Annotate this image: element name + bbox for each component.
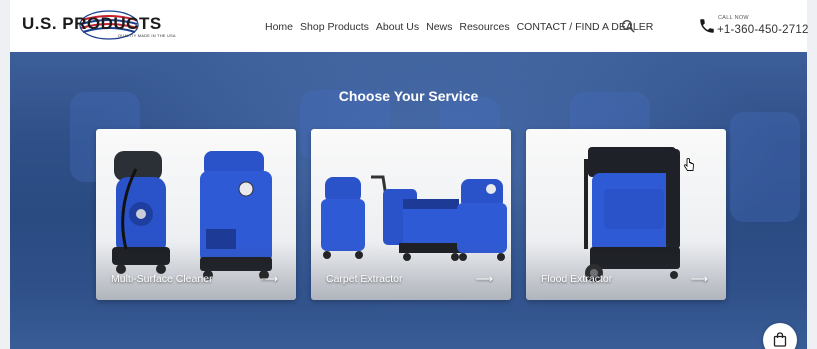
- card-label: Flood Extractor: [541, 273, 613, 285]
- background-machine: [730, 112, 800, 222]
- nav-news[interactable]: News: [426, 21, 452, 33]
- nav-home[interactable]: Home: [265, 21, 293, 33]
- brand-logo[interactable]: U.S. PRODUCTS QUALITY MADE IN THE USA: [22, 10, 194, 42]
- card-shade: [96, 240, 296, 300]
- shopping-bag-button[interactable]: [763, 323, 797, 349]
- service-card-flood-extractor[interactable]: Flood Extractor ⟶: [526, 129, 726, 300]
- hero-title: Choose Your Service: [338, 88, 479, 104]
- brand-name: U.S. PRODUCTS: [22, 14, 162, 33]
- arrow-right-icon: ⟶: [690, 272, 708, 286]
- card-label: Multi-Surface Cleaner: [111, 273, 213, 285]
- shopping-bag-icon: [773, 332, 787, 347]
- card-shade: [526, 240, 726, 300]
- main-nav: Home Shop Products About Us News Resourc…: [265, 21, 660, 33]
- service-card-multi-surface-cleaner[interactable]: Multi-Surface Cleaner ⟶: [96, 129, 296, 300]
- phone-icon[interactable]: [698, 17, 716, 35]
- hero-section: Choose Your Service Multi-Surface Cleane…: [10, 52, 807, 349]
- page: U.S. PRODUCTS QUALITY MADE IN THE USA Ho…: [0, 0, 817, 349]
- phone-number[interactable]: +1-360-450-2712: [717, 24, 809, 36]
- brand-tagline: QUALITY MADE IN THE USA: [118, 33, 176, 38]
- arrow-right-icon: ⟶: [260, 272, 278, 286]
- nav-about-us[interactable]: About Us: [376, 21, 419, 33]
- nav-resources[interactable]: Resources: [459, 21, 509, 33]
- service-card-carpet-extractor[interactable]: Carpet Extractor ⟶: [311, 129, 511, 300]
- search-icon[interactable]: [621, 19, 635, 33]
- card-shade: [311, 240, 511, 300]
- call-now-label: CALL NOW: [718, 15, 749, 21]
- nav-shop-products[interactable]: Shop Products: [300, 21, 369, 33]
- hand-cursor-icon: [684, 158, 694, 171]
- site-header: U.S. PRODUCTS QUALITY MADE IN THE USA Ho…: [10, 0, 809, 52]
- arrow-right-icon: ⟶: [475, 272, 493, 286]
- card-label: Carpet Extractor: [326, 273, 403, 285]
